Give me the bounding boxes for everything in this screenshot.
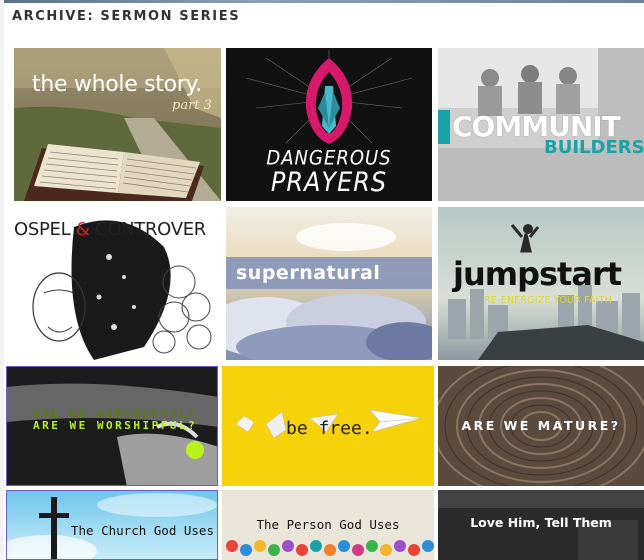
page-title: ARCHIVE: SERMON SERIES	[12, 9, 241, 24]
gospel-word: OSPEL	[14, 219, 71, 240]
series-title: The Church God Uses	[71, 523, 214, 538]
series-tile-church-god-uses[interactable]: The Church God Uses	[6, 490, 218, 560]
top-strip	[0, 0, 644, 3]
series-tile-are-we-worshipful[interactable]: ARE WE WORSHIPFUL? ARE WE WORSHIPFUL?	[6, 366, 218, 486]
series-tile-person-god-uses[interactable]: The Person God Uses	[222, 490, 434, 560]
series-title-line2: PRAYERS	[270, 166, 388, 198]
series-tile-love-him-tell-them[interactable]: Love Him, Tell Them	[438, 490, 644, 560]
left-margin	[0, 0, 4, 560]
series-subtitle: RE-ENERGIZE YOUR FAITH	[484, 295, 613, 306]
series-tile-be-free[interactable]: be free.	[222, 366, 434, 486]
series-tile-gospel-controversy[interactable]: OSPEL & CONTROVER	[14, 207, 221, 360]
series-tile-are-we-mature[interactable]: ARE WE MATURE?	[438, 366, 644, 486]
series-tile-whole-story[interactable]: the whole story. part 3	[14, 48, 221, 201]
series-tile-dangerous-prayers[interactable]: DANGEROUS PRAYERS	[226, 48, 432, 201]
series-title: be free.	[286, 418, 373, 439]
series-title: Love Him, Tell Them	[470, 515, 612, 530]
series-title: jumpstart	[453, 255, 622, 293]
series-subtitle: BUILDERS	[544, 137, 644, 158]
series-title: the whole story.	[32, 72, 202, 97]
controversy-word: CONTROVER	[94, 219, 207, 240]
series-title: ARE WE MATURE?	[461, 418, 621, 433]
series-title: ARE WE WORSHIPFUL?	[33, 419, 198, 432]
series-subtitle: part 3	[172, 98, 212, 113]
series-title: The Person God Uses	[256, 517, 400, 532]
series-title: OSPEL & CONTROVER	[14, 219, 206, 240]
series-tile-supernatural[interactable]: supernatural	[226, 207, 432, 360]
whole-story-image	[14, 48, 221, 201]
ampersand: &	[75, 219, 90, 240]
series-tile-community-builders[interactable]: COMMUNIT BUILDERS	[438, 48, 644, 201]
series-title: supernatural	[236, 262, 381, 284]
series-tile-jumpstart[interactable]: jumpstart RE-ENERGIZE YOUR FAITH	[438, 207, 644, 360]
